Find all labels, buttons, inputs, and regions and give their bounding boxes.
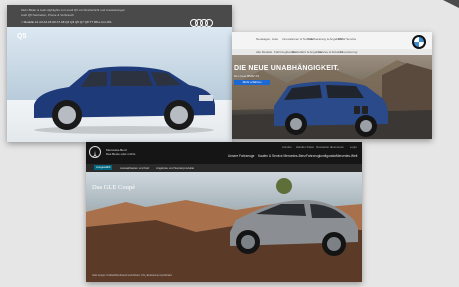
mercedes-website-screenshot: Mercedes-Benz Das Beste oder nichts Anru… [86,142,362,282]
bmw-x3-car-image [274,81,388,137]
mercedes-top-navigation: Mercedes-Benz Das Beste oder nichts Anru… [86,142,362,164]
audi-header: Mehr Bilder & Audi Highlights zum Audi Q… [7,5,232,27]
mercedes-legal-text: GLE Coupé: Kraftstoffverbrauch kombinier… [92,274,172,277]
mercedes-util-link[interactable]: Newsletter abonnieren [316,145,344,149]
bmw-nav-item[interactable]: Neuwagen [256,37,270,41]
mercedes-brand-claim: Das Beste oder nichts [106,152,136,156]
audi-q5-car-image [34,66,215,134]
mercedes-nav-item[interactable]: Unsere Fahrzeuge [228,154,254,158]
mercedes-nav-item[interactable]: Fahrzeugkonfigurator [306,154,336,158]
mercedes-tab[interactable]: Auswahlseiten und Karl [120,166,149,170]
mercedes-star-icon [91,150,99,158]
mercedes-util-link[interactable]: Login [350,145,357,149]
bmw-nav-item[interactable]: Auto [272,37,278,41]
bmw-hero-headline: DIE NEUE UNABHÄNGIGKEIT. [234,65,340,72]
bmw-website-screenshot: Neuwagen Auto Innovationen & Technik Kau… [232,32,432,139]
bmw-top-navigation: Neuwagen Auto Innovationen & Technik Kau… [232,32,432,49]
bmw-logo[interactable] [412,35,426,49]
mercedes-tab[interactable]: Angebote und Sonderprodukte [156,166,194,170]
audi-website-screenshot: Mehr Bilder & Audi Highlights zum Audi Q… [7,5,232,142]
bmw-nav-item[interactable]: BMW Service [338,37,356,41]
audi-header-text-2: Audi Q5 Neuheiten, Preise & Verbrauch [21,13,74,17]
mercedes-nav-item[interactable]: Mercedes-Welt [336,154,357,158]
mercedes-gle-coupe-car-image [230,200,358,256]
mercedes-util-link[interactable]: Händler finden [296,145,314,149]
audi-logo-rings[interactable] [190,19,213,27]
audi-header-text-1: Mehr Bilder & Audi Highlights zum Audi Q… [21,8,126,12]
bmw-subnav-item[interactable]: Alle Modelle [256,50,272,54]
mercedes-nav-item[interactable]: Kaufen & Service Mercedes-Benz [258,154,306,158]
audi-model-title: Q5 [17,33,27,40]
mercedes-tab-bar: Ausgewählt Auswahlseiten und Karl Angebo… [86,164,362,172]
mercedes-util-link[interactable]: Anrufen [282,145,292,149]
mercedes-model-name: Das GLE Coupé [92,184,135,191]
bmw-hero-subline: Der neue BMW X3. [234,74,260,78]
mercedes-brand: Mercedes-Benz Das Beste oder nichts [106,148,135,156]
bmw-cta-button[interactable]: Mehr erfahren [234,80,270,85]
bmw-subnav-item[interactable]: Finanzierung [340,50,357,54]
mercedes-star-logo[interactable] [89,146,101,158]
bmw-secondary-navigation: Alle Modelle Fahrzeugberater Probefahrt … [232,49,432,55]
page-curl-corner [443,0,459,8]
mercedes-tab[interactable]: Ausgewählt [94,165,113,170]
